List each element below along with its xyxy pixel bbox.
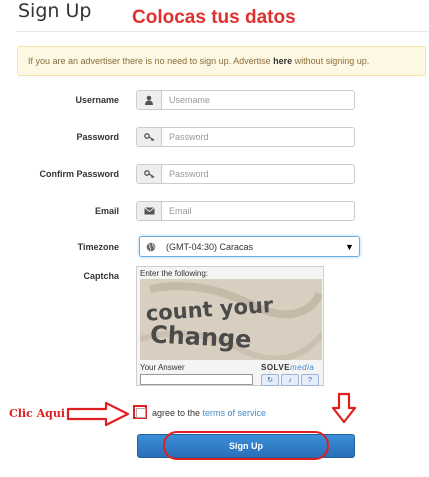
email-label: Email: [94, 206, 119, 216]
key-icon: [137, 128, 162, 146]
captcha-answer-label: Your Answer: [140, 363, 185, 372]
audio-icon[interactable]: ♪: [281, 374, 299, 386]
envelope-icon: [137, 202, 162, 220]
annotation-arrow-down-icon: [331, 392, 357, 424]
notice-text-end: without signing up.: [292, 56, 370, 66]
annotation-button-highlight: [163, 431, 329, 460]
password-input[interactable]: [162, 128, 354, 146]
captcha-widget: Enter the following: count your Change Y…: [136, 266, 324, 386]
confirm-password-input[interactable]: [162, 165, 354, 183]
captcha-controls: ↻ ♪ ?: [261, 374, 319, 386]
advertiser-notice: If you are an advertiser there is no nee…: [17, 46, 426, 76]
timezone-label: Timezone: [77, 242, 119, 252]
captcha-prompt: Enter the following:: [140, 269, 209, 278]
terms-checkbox[interactable]: [133, 405, 147, 419]
annotation-clic-aqui: Clic Aqui: [9, 407, 66, 420]
captcha-answer-input[interactable]: [140, 374, 253, 385]
password-label: Password: [76, 132, 119, 142]
help-icon[interactable]: ?: [301, 374, 319, 386]
user-icon: [137, 91, 162, 109]
confirm-password-group: [136, 164, 355, 184]
email-group: [136, 201, 355, 221]
timezone-value: (GMT-04:30) Caracas: [166, 241, 254, 252]
notice-here-link[interactable]: here: [273, 56, 292, 66]
notice-text: If you are an advertiser there is no nee…: [28, 56, 274, 66]
caret-down-icon: ▼: [345, 241, 354, 252]
username-group: [136, 90, 355, 110]
page-title: Sign Up: [18, 0, 92, 22]
terms-agreement: agree to the terms of service: [152, 408, 267, 418]
username-label: Username: [75, 95, 119, 105]
captcha-label: Captcha: [83, 271, 119, 281]
timezone-select[interactable]: (GMT-04:30) Caracas ▼: [139, 236, 360, 257]
annotation-arrow-right-icon: [66, 401, 130, 427]
refresh-icon[interactable]: ↻: [261, 374, 279, 386]
annotation-title: Colocas tus datos: [132, 7, 296, 28]
key-icon: [137, 165, 162, 183]
captcha-image: count your Change: [140, 279, 322, 360]
globe-icon: [140, 242, 162, 252]
captcha-word-2: Change: [149, 320, 252, 353]
confirm-password-label: Confirm Password: [39, 169, 119, 179]
solvemedia-logo: SOLVEmedia: [261, 363, 315, 372]
title-divider: [16, 31, 429, 32]
password-group: [136, 127, 355, 147]
terms-of-service-link[interactable]: terms of service: [203, 408, 267, 418]
email-input[interactable]: [162, 202, 354, 220]
username-input[interactable]: [162, 91, 354, 109]
